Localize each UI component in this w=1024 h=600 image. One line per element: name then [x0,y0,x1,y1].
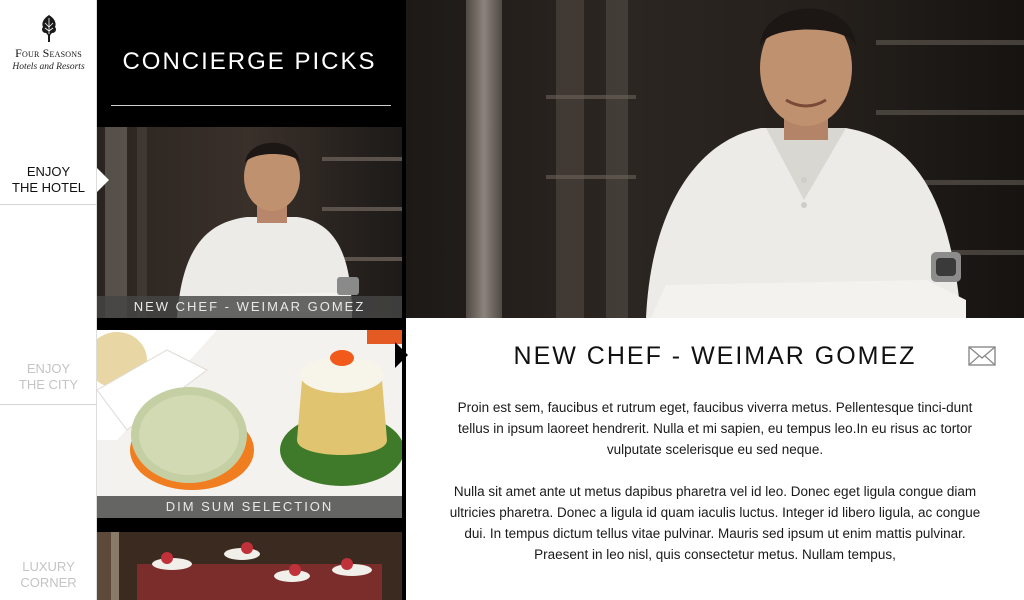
restaurant-thumbnail [97,532,402,600]
article-title: NEW CHEF - WEIMAR GOMEZ [513,342,917,370]
nav-divider [0,204,97,205]
chef-thumbnail [97,127,402,318]
nav-item-enjoy-the-hotel[interactable]: ENJOY THE HOTEL [0,164,97,196]
nav-item-enjoy-the-city[interactable]: ENJOY THE CITY [0,361,97,393]
pick-card-chef[interactable]: NEW CHEF - WEIMAR GOMEZ [97,127,402,318]
brand-tagline: Hotels and Resorts [12,62,85,72]
pick-card-restaurant[interactable] [97,532,402,600]
article-paragraph: Nulla sit amet ante ut metus dapibus pha… [449,484,981,562]
dim-sum-thumbnail [97,330,402,518]
tree-icon [41,15,56,42]
concierge-picks-panel: CONCIERGE PICKS NEW CHEF - WEIMAR GOMEZ [97,0,406,600]
nav-item-label: ENJOY THE HOTEL [12,164,85,195]
active-nav-pointer [97,168,109,192]
chef-hero-photo [406,0,1024,318]
picks-title: CONCIERGE PICKS [122,48,377,75]
article-panel: NEW CHEF - WEIMAR GOMEZ Proin est sem, f… [406,318,1024,600]
picks-divider [111,105,391,106]
nav-item-luxury-corner[interactable]: LUXURY CORNER [0,559,97,591]
nav-item-label: ENJOY THE CITY [18,361,79,392]
selected-card-pointer [395,342,408,368]
pick-card-dim-sum[interactable]: DIM SUM SELECTION [97,330,402,518]
nav-item-label: LUXURY CORNER [20,559,77,590]
brand-logo[interactable]: Four Seasons Hotels and Resorts [0,14,97,72]
pick-card-caption: DIM SUM SELECTION [97,496,402,518]
envelope-icon[interactable] [968,346,996,366]
article-paragraph: Proin est sem, faucibus et rutrum eget, … [457,400,973,457]
brand-name: Four Seasons [15,46,82,60]
side-nav: Four Seasons Hotels and Resorts ENJOY TH… [0,0,97,600]
nav-divider [0,404,97,405]
pick-card-caption: NEW CHEF - WEIMAR GOMEZ [97,296,402,318]
hero-image [406,0,1024,318]
